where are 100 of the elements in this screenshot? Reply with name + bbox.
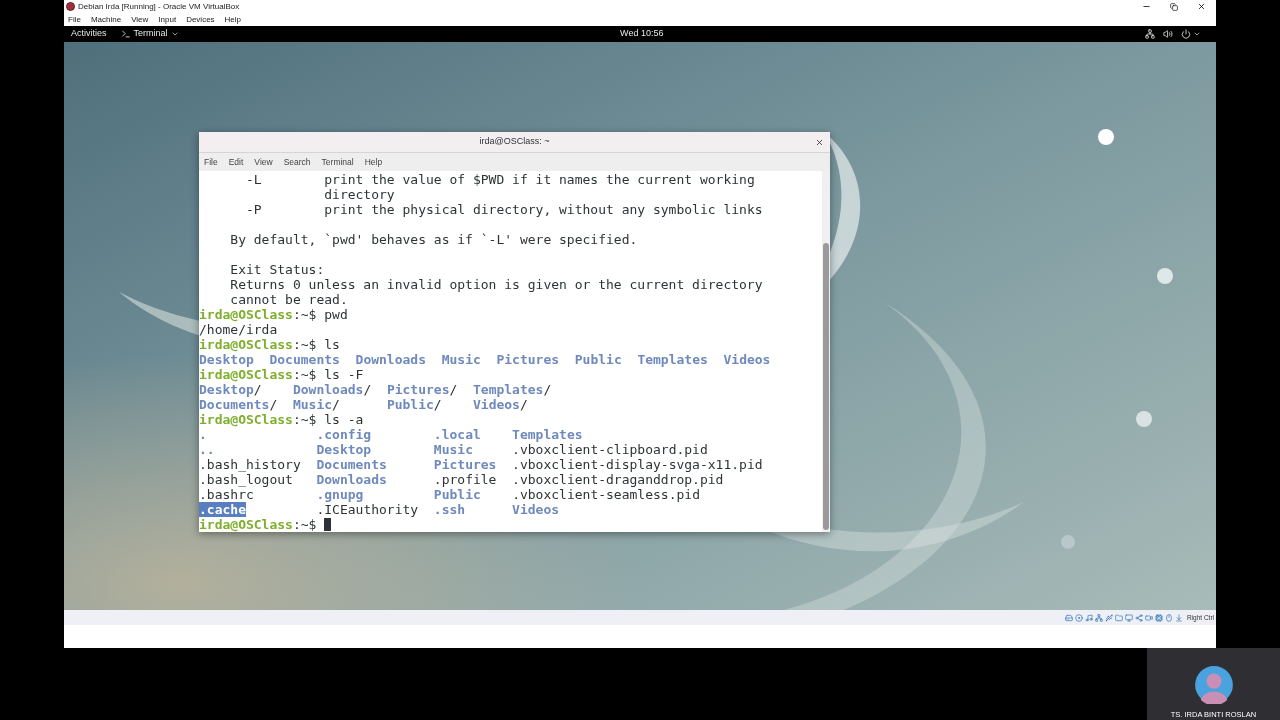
terminal-text: /: [543, 382, 552, 397]
usb-icon[interactable]: [1104, 613, 1113, 622]
video-icon[interactable]: [1144, 613, 1153, 622]
menu-item[interactable]: Edit: [228, 155, 244, 169]
terminal-text: /: [433, 397, 442, 412]
directory-name: Documents: [316, 457, 387, 472]
terminal-text: -L print the value of $PWD if it names the current working: [245, 172, 755, 187]
close-icon[interactable]: [1197, 2, 1206, 11]
caret-icon: [170, 30, 179, 38]
menu-item[interactable]: Devices: [186, 13, 215, 26]
terminal-text: -P print the physical directory, without any symbolic links: [245, 202, 763, 217]
directory-name: Videos: [473, 397, 520, 412]
share-icon[interactable]: [1134, 613, 1143, 622]
terminal-text: Exit Status:: [230, 262, 325, 277]
terminal-text: cannot be read.: [230, 292, 348, 307]
terminal-text: .vboxclient-seamless.pid: [512, 487, 700, 502]
directory-name: Public: [386, 397, 434, 412]
network-icon[interactable]: [1145, 29, 1155, 39]
terminal-text: /: [449, 382, 458, 397]
menu-item[interactable]: Help: [224, 13, 242, 26]
caret-icon[interactable]: [1193, 30, 1201, 38]
menu-item[interactable]: File: [204, 155, 218, 169]
menu-item[interactable]: Input: [158, 13, 177, 26]
terminal-text: :~$: [292, 517, 318, 532]
menu-item[interactable]: Help: [364, 155, 383, 169]
terminal-text: .ICEauthority: [316, 502, 419, 517]
directory-name: Templates: [473, 382, 544, 397]
prompt-text: irda@OSClass: [199, 412, 293, 427]
prompt-text: irda@OSClass: [199, 367, 293, 382]
terminal-text: /: [269, 397, 278, 412]
terminal-icon: [120, 29, 131, 39]
close-icon[interactable]: [815, 137, 824, 147]
hard-drive-icon[interactable]: [1064, 613, 1073, 622]
terminal-text: :~$ ls -a: [292, 412, 364, 427]
directory-name: Documents: [269, 352, 340, 367]
directory-name: Documents: [199, 397, 270, 412]
directory-name: Desktop: [199, 382, 254, 397]
terminal-text: /: [253, 382, 262, 397]
directory-name: .gnupg: [316, 487, 364, 502]
prompt-text: irda@OSClass: [199, 337, 293, 352]
power-icon[interactable]: [1181, 29, 1191, 39]
directory-name: Music: [292, 397, 333, 412]
directory-name: Downloads: [355, 352, 426, 367]
directory-name: Music: [441, 352, 481, 367]
terminal-text: /: [363, 382, 372, 397]
directory-name: Videos: [723, 352, 771, 367]
terminal-text: Returns 0 unless an invalid option is given or the current directory: [230, 277, 763, 292]
window-title: Debian Irda [Running] - Oracle VM VirtualBox: [78, 0, 240, 13]
terminal-text: By default, `pwd' behaves as if `-L' were specified.: [230, 232, 638, 247]
directory-name: Templates: [512, 427, 583, 442]
directory-name: Pictures: [433, 457, 497, 472]
terminal-text: :~$ ls: [292, 337, 340, 352]
directory-name: Downloads: [292, 382, 364, 397]
terminal-text: /: [519, 397, 528, 412]
terminal-text: /: [332, 397, 340, 412]
selected-text: .cache: [199, 502, 246, 517]
avatar-icon: [1193, 666, 1234, 704]
mouse-icon[interactable]: [1164, 613, 1173, 622]
volume-icon[interactable]: [1163, 29, 1173, 39]
prompt-text: irda@OSClass: [199, 517, 293, 532]
directory-name: Pictures: [386, 382, 450, 397]
menu-item[interactable]: File: [68, 13, 81, 26]
scrollbar[interactable]: [822, 171, 830, 532]
prompt-text: irda@OSClass: [199, 307, 293, 322]
menu-item[interactable]: View: [131, 13, 149, 26]
terminal-title: irda@OSClass: ~: [478, 135, 551, 149]
terminal-text: .bash_history: [199, 457, 301, 472]
terminal-text: .vboxclient-clipboard.pid: [512, 442, 708, 457]
terminal-text: .vboxclient-display-svga-x11.pid: [512, 457, 763, 472]
directory-name: .local: [433, 427, 481, 442]
menu-item[interactable]: Search: [283, 155, 311, 169]
menu-item[interactable]: View: [254, 155, 273, 169]
app-icon: [66, 2, 75, 11]
directory-name: .config: [316, 427, 372, 442]
terminal-text: :~$ pwd: [292, 307, 348, 322]
terminal-text: .bash_logout: [199, 472, 293, 487]
clock[interactable]: Wed 10:56: [620, 27, 664, 41]
disc-icon[interactable]: [1074, 613, 1083, 622]
directory-name: ..: [199, 442, 215, 457]
terminal-text: .vboxclient-draganddrop.pid: [512, 472, 724, 487]
directory-name: Public: [433, 487, 481, 502]
directory-name: Templates: [637, 352, 708, 367]
menu-item[interactable]: Terminal: [321, 155, 354, 169]
directory-name: .: [199, 427, 207, 442]
directory-name: Music: [433, 442, 473, 457]
directory-name: Downloads: [316, 472, 387, 487]
terminal-text: :~$ ls -F: [292, 367, 364, 382]
audio-icon[interactable]: [1084, 613, 1093, 622]
menu-item[interactable]: Machine: [90, 13, 122, 26]
terminal-text: .profile: [433, 472, 497, 487]
directory-name: Public: [574, 352, 622, 367]
directory-name: Desktop: [316, 442, 372, 457]
folder-icon[interactable]: [1114, 613, 1123, 622]
monitor-icon[interactable]: [1124, 613, 1133, 622]
app-menu[interactable]: Terminal: [133, 27, 168, 41]
download-icon[interactable]: [1174, 613, 1183, 622]
directory-name: Pictures: [496, 352, 560, 367]
activities-button[interactable]: Activities: [71, 27, 107, 41]
terminal-text: directory: [324, 187, 395, 202]
restore-icon[interactable]: [1170, 2, 1178, 11]
